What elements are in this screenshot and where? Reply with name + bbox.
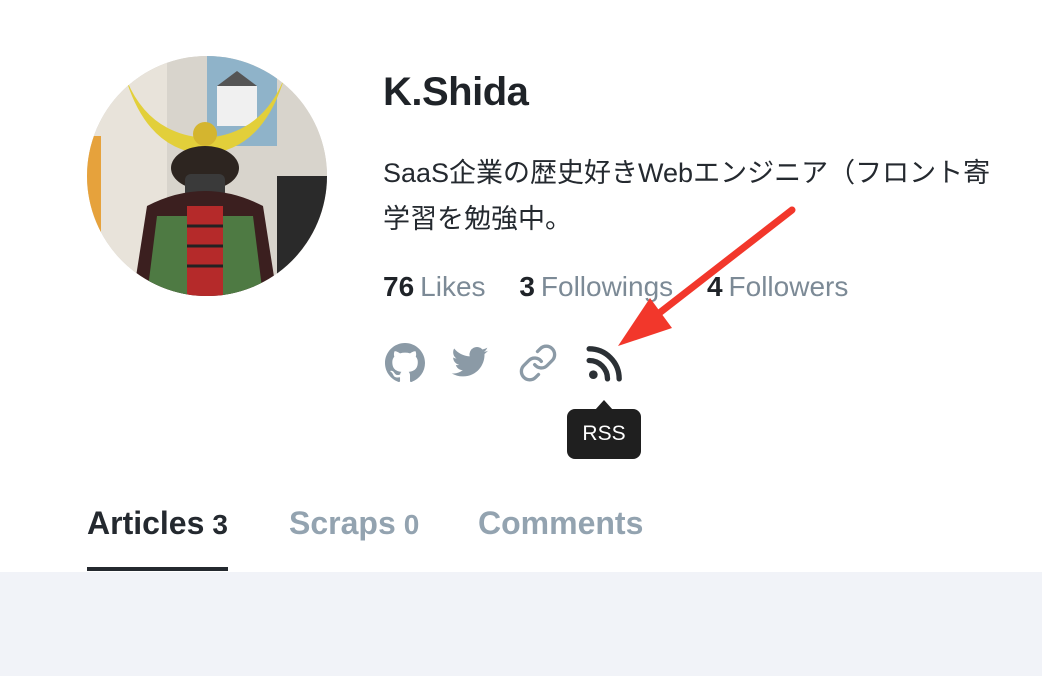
tab-comments[interactable]: Comments [478, 505, 643, 542]
rss-icon[interactable] [585, 343, 625, 383]
bio-line-1: SaaS企業の歴史好きWebエンジニア（フロント寄 [383, 158, 991, 188]
tab-articles-count: 3 [212, 509, 228, 540]
twitter-icon[interactable] [450, 343, 490, 383]
stat-likes-label: Likes [420, 271, 486, 302]
stat-likes[interactable]: 76 Likes [383, 271, 486, 303]
tab-scraps-count: 0 [403, 509, 420, 540]
rss-tooltip: RSS [567, 400, 641, 459]
avatar [87, 56, 327, 296]
stat-followers[interactable]: 4 Followers [707, 271, 848, 303]
bio-line-2: 学習を勉強中。 [383, 204, 572, 234]
profile-stats: 76 Likes 3 Followings 4 Followers [383, 271, 874, 303]
samurai-armor-photo [87, 56, 327, 296]
tab-content-area [0, 572, 1042, 676]
stat-followings[interactable]: 3 Followings [519, 271, 673, 303]
stat-followers-count: 4 [706, 271, 723, 302]
stat-followings-label: Followings [540, 271, 674, 302]
link-icon[interactable] [518, 343, 558, 383]
stat-likes-count: 76 [383, 271, 415, 302]
profile-name: K.Shida [383, 70, 529, 114]
profile-bio: SaaS企業の歴史好きWebエンジニア（フロント寄 学習を勉強中。 [383, 150, 1042, 242]
tab-scraps[interactable]: Scraps 0 [289, 505, 419, 542]
tab-articles[interactable]: Articles 3 [87, 505, 228, 571]
tab-comments-label: Comments [478, 505, 644, 541]
stat-followings-count: 3 [519, 271, 535, 302]
github-icon[interactable] [385, 343, 425, 383]
tab-scraps-label: Scraps [289, 505, 396, 541]
stat-followers-label: Followers [728, 271, 849, 302]
tab-articles-label: Articles [87, 505, 205, 541]
